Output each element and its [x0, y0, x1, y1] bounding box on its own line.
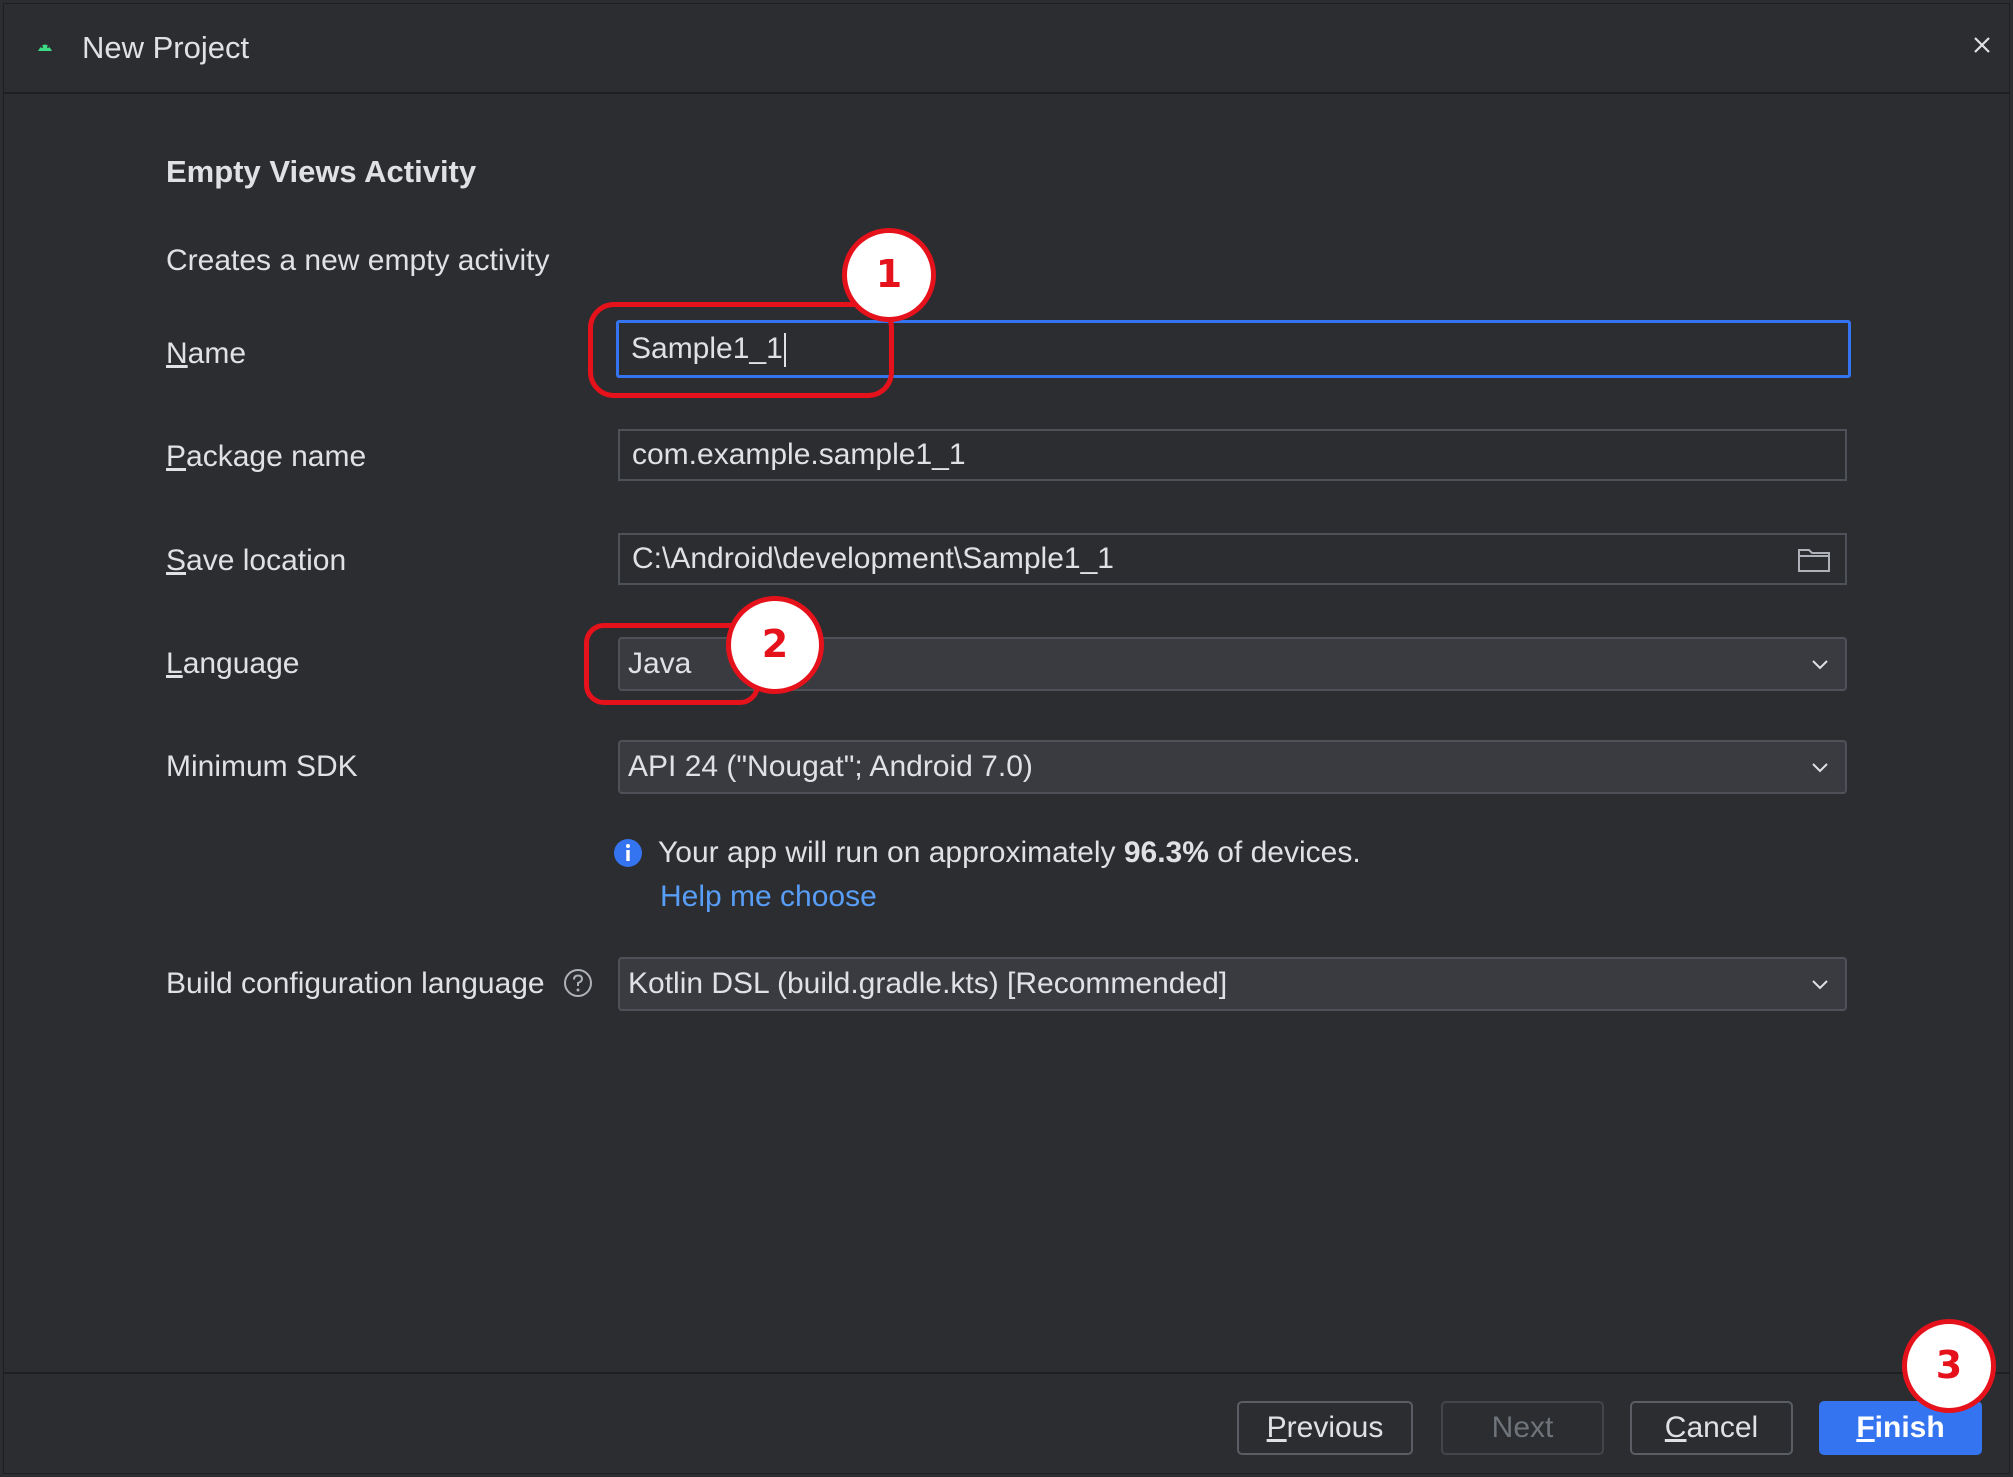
- annotation-box-name: [588, 302, 894, 398]
- minimum-sdk-value: API 24 ("Nougat"; Android 7.0): [628, 750, 1033, 783]
- close-icon[interactable]: [1967, 30, 1997, 60]
- new-project-dialog: New Project Empty Views Activity Creates…: [3, 3, 2010, 1474]
- chevron-down-icon: [1812, 660, 1828, 670]
- language-label: Language: [166, 647, 300, 680]
- folder-icon[interactable]: [1797, 545, 1831, 573]
- window-title: New Project: [82, 30, 250, 65]
- build-config-label: Build configuration language: [166, 967, 545, 1000]
- previous-button[interactable]: Previous: [1237, 1401, 1413, 1455]
- save-location-label: Save location: [166, 544, 347, 577]
- info-icon: [614, 839, 642, 867]
- minimum-sdk-select[interactable]: API 24 ("Nougat"; Android 7.0): [618, 740, 1847, 794]
- cancel-button[interactable]: Cancel: [1630, 1401, 1793, 1455]
- package-name-value: com.example.sample1_1: [632, 438, 966, 471]
- package-name-label: Package name: [166, 440, 367, 473]
- chevron-down-icon: [1812, 763, 1828, 773]
- build-config-select[interactable]: Kotlin DSL (build.gradle.kts) [Recommend…: [618, 957, 1847, 1011]
- android-icon: [38, 44, 52, 51]
- annotation-marker-3: 3: [1902, 1319, 1996, 1413]
- device-coverage-text: Your app will run on approximately 96.3%…: [658, 836, 1361, 869]
- annotation-marker-2: 2: [726, 596, 824, 694]
- template-description: Creates a new empty activity: [166, 244, 550, 277]
- annotation-marker-1: 1: [842, 228, 936, 322]
- name-label: Name: [166, 337, 247, 370]
- chevron-down-icon: [1812, 980, 1828, 990]
- save-location-input[interactable]: C:\Android\development\Sample1_1: [618, 533, 1847, 585]
- title-bar: New Project: [4, 4, 2009, 94]
- minimum-sdk-label: Minimum SDK: [166, 750, 358, 783]
- coverage-percent: 96.3%: [1123, 836, 1209, 869]
- save-location-value: C:\Android\development\Sample1_1: [632, 542, 1114, 575]
- next-button[interactable]: Next: [1441, 1401, 1604, 1455]
- help-icon[interactable]: [562, 967, 594, 999]
- build-config-value: Kotlin DSL (build.gradle.kts) [Recommend…: [628, 967, 1228, 1000]
- footer-divider: [4, 1372, 2009, 1374]
- template-title: Empty Views Activity: [166, 154, 477, 189]
- package-name-input[interactable]: com.example.sample1_1: [618, 429, 1847, 481]
- help-me-choose-link[interactable]: Help me choose: [660, 880, 877, 914]
